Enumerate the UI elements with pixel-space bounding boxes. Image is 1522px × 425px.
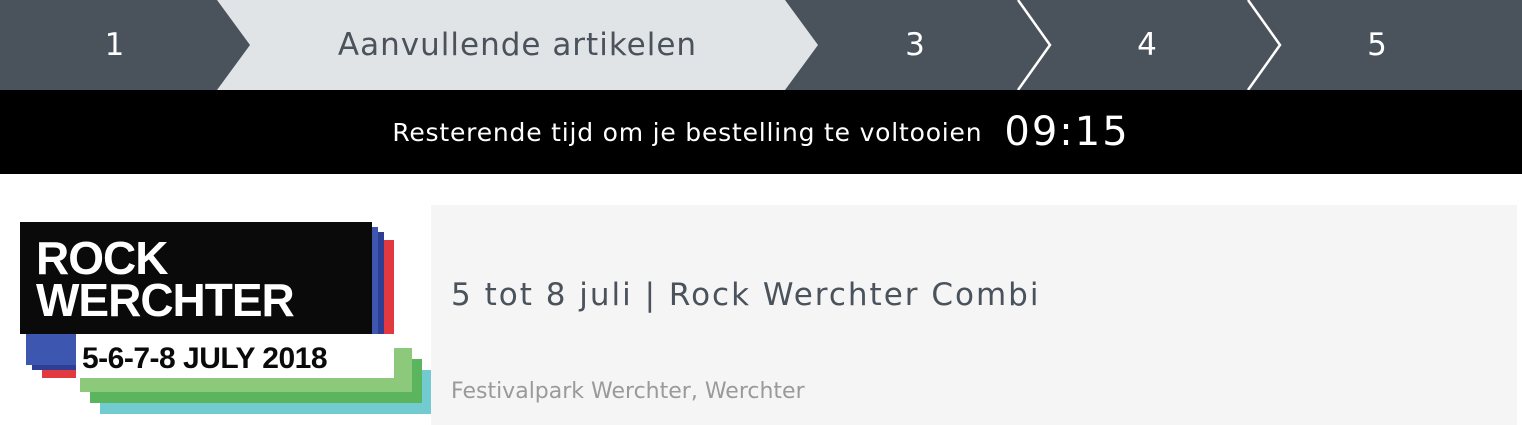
step-1[interactable]: 1 xyxy=(0,0,230,90)
step-4[interactable]: 4 xyxy=(1050,0,1245,90)
event-info-panel: 5 tot 8 juli | Rock Werchter Combi Festi… xyxy=(431,205,1517,425)
logo-dates: 5-6-7-8 JULY 2018 xyxy=(82,342,327,375)
logo-word-werchter: WERCHTER xyxy=(36,274,295,326)
countdown-label: Resterende tijd om je bestelling te volt… xyxy=(392,117,983,147)
step-5[interactable]: 5 xyxy=(1280,0,1475,90)
step-2-active[interactable]: Aanvullende artikelen xyxy=(250,0,785,90)
step-separator xyxy=(1246,0,1282,90)
event-title: 5 tot 8 juli | Rock Werchter Combi xyxy=(451,277,1041,313)
checkout-progress: 1 Aanvullende artikelen 3 4 5 xyxy=(0,0,1522,90)
countdown-bar: Resterende tijd om je bestelling te volt… xyxy=(0,90,1522,174)
step-separator xyxy=(1016,0,1052,90)
event-venue: Festivalpark Werchter, Werchter xyxy=(451,379,805,404)
step-3[interactable]: 3 xyxy=(818,0,1013,90)
rock-werchter-logo: ROCK WERCHTER 5-6-7-8 JULY 2018 xyxy=(18,222,432,416)
countdown-value: 09:15 xyxy=(1004,109,1130,155)
